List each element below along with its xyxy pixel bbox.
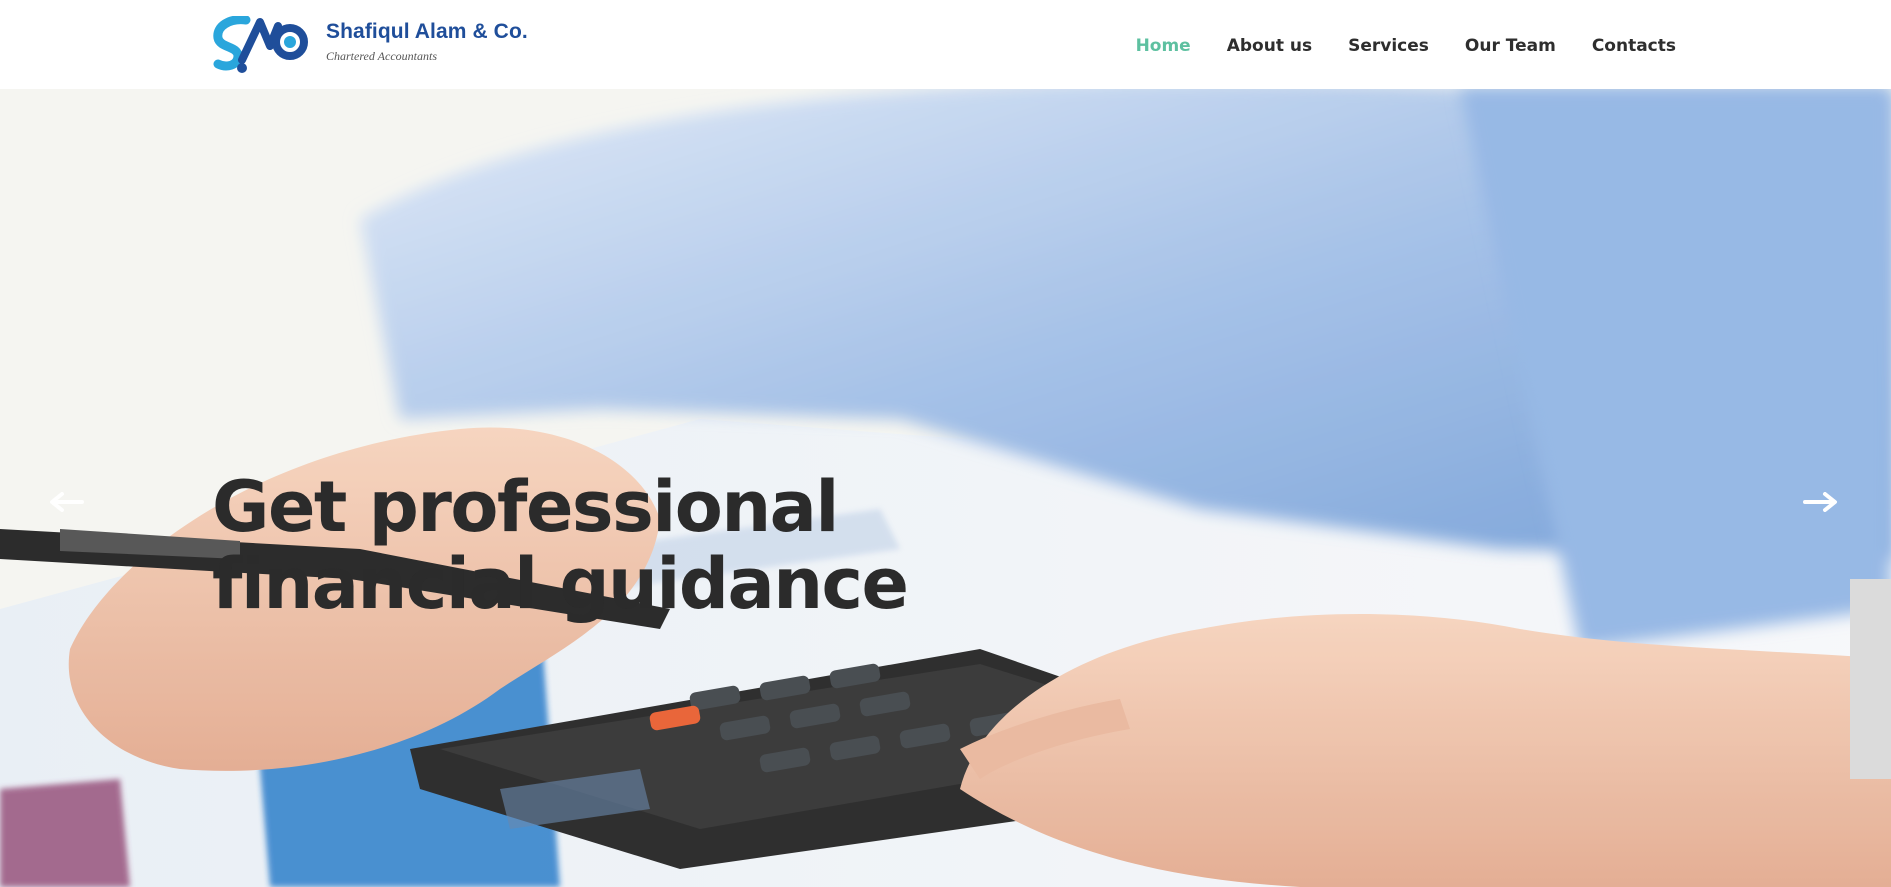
- hero-headline: Get professional financial guidance: [212, 469, 972, 623]
- sac-logo-icon: [213, 16, 308, 73]
- slider-prev-button[interactable]: [46, 487, 86, 517]
- nav-our-team[interactable]: Our Team: [1447, 34, 1574, 58]
- hero-headline-line1: Get professional: [212, 466, 839, 548]
- hero-slider: Get professional financial guidance: [0, 89, 1891, 887]
- nav-home[interactable]: Home: [1118, 34, 1209, 58]
- brand-tagline: Chartered Accountants: [326, 49, 437, 63]
- site-header: Shafiqul Alam & Co. Chartered Accountant…: [0, 0, 1891, 89]
- slider-next-button[interactable]: [1801, 487, 1841, 517]
- logo-link[interactable]: Shafiqul Alam & Co. Chartered Accountant…: [212, 16, 532, 74]
- nav-contacts[interactable]: Contacts: [1574, 34, 1676, 58]
- hero-headline-line2: financial guidance: [212, 543, 909, 625]
- arrow-left-icon: [50, 492, 84, 512]
- brand-name: Shafiqul Alam & Co.: [326, 20, 528, 43]
- main-nav: Home About us Services Our Team Contacts: [1118, 34, 1676, 58]
- arrow-right-icon: [1803, 492, 1837, 512]
- nav-services[interactable]: Services: [1330, 34, 1447, 58]
- nav-about-us[interactable]: About us: [1209, 34, 1330, 58]
